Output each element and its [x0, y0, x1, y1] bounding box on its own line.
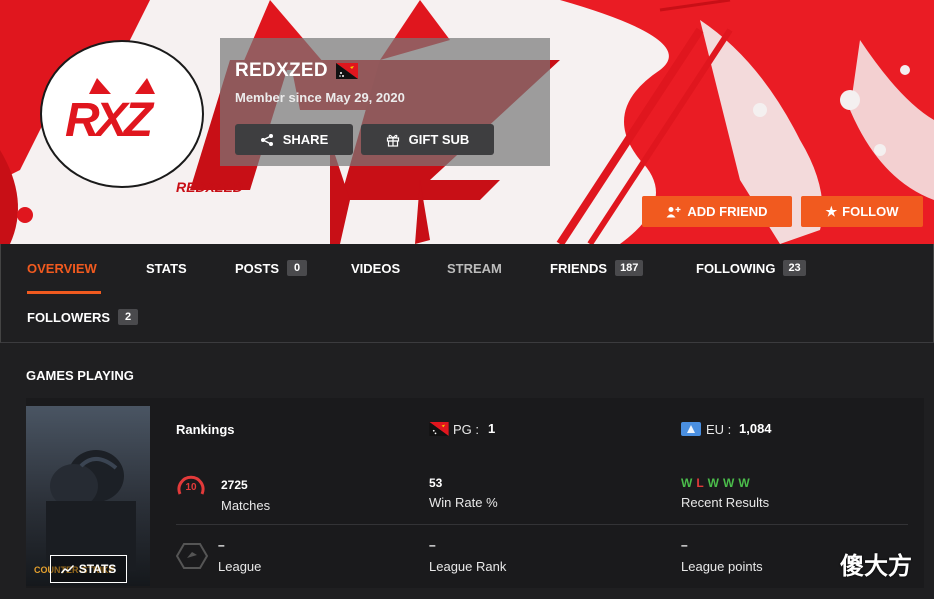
game-stats-button[interactable]: STATS [50, 555, 127, 583]
profile-info: REDXZED Member since May 29, 2020 SHARE [220, 38, 550, 166]
add-friend-button[interactable]: ADD FRIEND [642, 196, 792, 227]
result-win: W [707, 476, 719, 490]
tab-overview[interactable]: OVERVIEW [27, 256, 97, 280]
league-rank-label: League Rank [429, 559, 507, 574]
tab-posts-label: POSTS [235, 260, 280, 276]
tab-following[interactable]: FOLLOWING 23 [696, 256, 806, 280]
tab-videos[interactable]: VIDEOS [351, 256, 400, 280]
papua-new-guinea-flag-icon [429, 422, 449, 436]
star-icon: ★ [825, 203, 838, 219]
gift-icon [386, 134, 399, 147]
gift-sub-label: GIFT SUB [408, 132, 470, 147]
banner-logo-text: REDXZED [176, 179, 243, 195]
add-user-icon [666, 206, 681, 217]
followers-count-badge: 2 [118, 309, 139, 325]
eu-rank-value: 1,084 [739, 421, 772, 436]
pg-rank-value: 1 [488, 421, 496, 436]
result-win: W [738, 476, 750, 490]
tab-stats[interactable]: STATS [146, 256, 187, 280]
username: REDXZED [235, 60, 358, 82]
follow-button[interactable]: ★ FOLLOW [801, 196, 923, 227]
profile-banner: REDXZED RXZ REDXZED Member since May 29,… [0, 0, 934, 244]
avatar-logo-text: RXZ [65, 94, 155, 147]
game-cover-image[interactable]: COUNTER-STRIKE STATS [26, 406, 150, 586]
win-rate-value: 53 [429, 476, 443, 490]
result-loss: L [696, 476, 704, 490]
tab-followers[interactable]: FOLLOWERS 2 [27, 305, 139, 329]
result-win: W [723, 476, 735, 490]
eu-region-icon [681, 422, 701, 436]
share-icon [260, 133, 273, 146]
add-friend-label: ADD FRIEND [687, 204, 768, 219]
result-win: W [681, 476, 693, 490]
following-count-badge: 23 [783, 260, 806, 276]
skill-level-icon: 10 [177, 475, 205, 495]
matches-label: Matches [221, 498, 271, 513]
win-rate-label: Win Rate % [429, 495, 498, 510]
papua-new-guinea-flag-icon [335, 63, 358, 79]
follow-label: FOLLOW [842, 204, 899, 219]
username-text: REDXZED [235, 60, 328, 81]
share-label: SHARE [282, 132, 329, 147]
tab-stream-label: STREAM [447, 260, 502, 276]
watermark-text: 傻大方 [840, 552, 912, 580]
active-tab-indicator [27, 291, 101, 294]
tab-posts[interactable]: POSTS 0 [235, 256, 308, 280]
posts-count-badge: 0 [287, 260, 308, 276]
league-badge-icon [176, 543, 208, 569]
avatar[interactable]: RXZ [40, 40, 204, 188]
share-button[interactable]: SHARE [235, 124, 353, 155]
league-value: – [218, 538, 225, 552]
tab-overview-label: OVERVIEW [27, 260, 97, 276]
eu-rank-label: EU : [706, 422, 732, 437]
tab-friends-label: FRIENDS [550, 260, 608, 276]
recent-results: WLWWW [681, 476, 754, 490]
tab-videos-label: VIDEOS [351, 260, 401, 276]
tab-followers-label: FOLLOWERS [27, 309, 111, 325]
chart-trend-icon [60, 564, 74, 573]
league-points-label: League points [681, 559, 763, 574]
matches-value: 2725 [221, 478, 248, 492]
league-label: League [218, 559, 262, 574]
profile-tabs: OVERVIEW STATS POSTS 0 VIDEOS STREAM FRI… [0, 244, 934, 343]
rankings-label: Rankings [176, 422, 235, 437]
game-stats-label: STATS [78, 562, 117, 576]
gift-sub-button[interactable]: GIFT SUB [361, 124, 494, 155]
pg-rank-label: PG : [453, 422, 480, 437]
tab-friends[interactable]: FRIENDS 187 [550, 256, 644, 280]
league-points-value: – [681, 538, 688, 552]
member-since: Member since May 29, 2020 [235, 90, 405, 105]
tab-following-label: FOLLOWING [696, 260, 776, 276]
recent-results-label: Recent Results [681, 495, 770, 510]
tab-stream[interactable]: STREAM [447, 256, 502, 280]
skill-level-value: 10 [185, 482, 197, 493]
stats-divider [176, 524, 908, 525]
rxz-logo-icon: RXZ [65, 78, 159, 147]
league-rank-value: – [429, 538, 436, 552]
friends-count-badge: 187 [615, 260, 644, 276]
game-card: COUNTER-STRIKE STATS Rankings PG : 1 EU … [26, 398, 924, 588]
tab-stats-label: STATS [146, 260, 187, 276]
games-playing-heading: GAMES PLAYING [26, 368, 134, 383]
